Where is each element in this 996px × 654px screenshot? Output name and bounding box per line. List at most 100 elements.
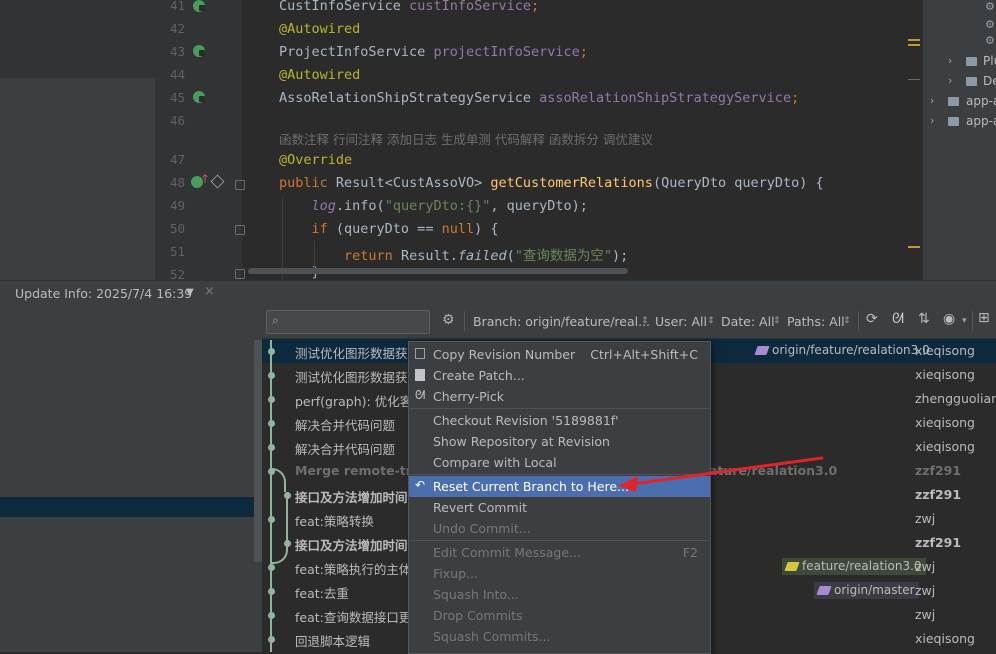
code-line-47: @Override [279, 152, 353, 168]
line-number: 43 [169, 44, 185, 59]
cherry-pick-icon[interactable]: ᘛ [892, 311, 904, 327]
chevron-down-icon: ⇕ [773, 316, 781, 326]
commit-node [268, 636, 275, 643]
warning-marker[interactable] [908, 44, 920, 46]
search-input[interactable]: ⌕ [266, 310, 430, 334]
gear-icon: ⚙ [985, 0, 995, 13]
fold-icon[interactable] [235, 180, 245, 190]
user-filter[interactable]: User: All [655, 314, 707, 329]
tree-item[interactable]: De [983, 74, 996, 88]
commit-node [268, 444, 275, 451]
code-line-43: ProjectInfoService projectInfoService; [279, 44, 588, 60]
commit-author: xieqisong [915, 367, 975, 382]
menu-item-checkout-revision[interactable]: Checkout Revision '5189881f' [409, 410, 710, 431]
commit-node [268, 420, 275, 427]
menu-item-cherry-pick[interactable]: ᘛ Cherry-Pick [409, 386, 710, 407]
ai-inlay-hints[interactable]: 函数注释 行间注释 添加日志 生成单测 代码解释 函数拆分 调优建议 [279, 129, 653, 148]
commit-author: zzf291 [915, 463, 962, 478]
commit-node [268, 396, 275, 403]
chevron-right-icon[interactable]: › [930, 94, 934, 107]
override-arrow-icon[interactable]: ↑ [200, 172, 210, 186]
selected-file-row[interactable] [0, 497, 262, 517]
fold-icon[interactable] [235, 269, 245, 279]
commit-node [268, 516, 275, 523]
chevron-down-icon[interactable]: ▾ [962, 316, 967, 326]
module-icon [948, 117, 959, 126]
paths-filter[interactable]: Paths: All [787, 314, 845, 329]
tree-item[interactable]: app-a [966, 94, 996, 108]
gear-icon[interactable]: ⚙ [442, 312, 455, 328]
commit-author: zwj [915, 583, 936, 598]
commit-author: zzf291 [915, 487, 962, 502]
close-icon[interactable]: × [204, 284, 215, 299]
chevron-right-icon[interactable]: › [948, 54, 952, 67]
refresh-icon[interactable]: ⟳ [866, 311, 878, 327]
dropdown-icon[interactable]: ▼ [186, 287, 194, 298]
line-number: 45 [169, 90, 185, 105]
tree-item[interactable]: Plu [983, 54, 996, 68]
line-number: 41 [169, 0, 185, 13]
chevron-right-icon[interactable]: › [948, 74, 952, 87]
line-number: 49 [169, 198, 185, 213]
spring-bean-icon[interactable] [193, 45, 205, 57]
commit-node [268, 372, 275, 379]
new-tab-icon[interactable]: ⊞ [978, 310, 990, 326]
commit-author: zwj [915, 607, 936, 622]
fold-icon[interactable] [235, 225, 245, 235]
eye-icon[interactable]: ◉ [943, 311, 955, 327]
commit-author: zhengguoliang [915, 391, 996, 406]
commit-message: feat:查询数据接口更新 [295, 610, 424, 625]
commit-node [268, 612, 275, 619]
tag-icon [816, 586, 832, 595]
spring-bean-icon[interactable] [193, 0, 205, 12]
gear-icon: ⚙ [985, 34, 995, 47]
branch-filter[interactable]: Branch: origin/feature/real... [473, 314, 650, 329]
commit-message: 测试优化图形数据获取 [295, 370, 421, 385]
menu-item-squash-into: Squash Into... [433, 587, 519, 602]
menu-item-fixup: Fixup... [433, 566, 478, 581]
date-filter[interactable]: Date: All [721, 314, 775, 329]
commit-message: 解决合并代码问题 [295, 418, 396, 433]
toolbar-separator [464, 311, 465, 331]
line-number: 42 [169, 21, 185, 36]
spring-bean-icon[interactable] [193, 91, 205, 103]
commit-author: zwj [915, 559, 936, 574]
code-line-51: return Result.failed("查询数据为空"); [344, 248, 629, 264]
menu-item-edit-commit-message: Edit Commit Message... F2 [433, 545, 698, 560]
toolbar-separator [858, 311, 859, 331]
vcs-tab-title[interactable]: Update Info: 2025/7/4 16:39 [15, 286, 192, 301]
commit-node [268, 348, 275, 355]
line-number: 44 [169, 67, 185, 82]
menu-item-drop-commits: Drop Commits [433, 608, 523, 623]
vertical-scrollbar[interactable] [254, 340, 262, 562]
commit-message: 接口及方法增加时间记 [295, 538, 421, 553]
commit-node [284, 492, 291, 499]
warning-marker[interactable] [908, 246, 920, 248]
commit-message: feat:去重 [295, 586, 349, 601]
copy-icon [415, 348, 425, 359]
chevron-right-icon[interactable]: › [930, 114, 934, 127]
vcs-tab-header: Update Info: 2025/7/4 16:39 ▼ × [0, 280, 996, 307]
code-line-45: AssoRelationShipStrategyService assoRela… [279, 90, 800, 106]
menu-item-revert-commit[interactable]: Revert Commit [409, 497, 710, 518]
menu-item-copy-revision[interactable]: Copy Revision Number Ctrl+Alt+Shift+C [409, 344, 710, 365]
tag-icon [784, 562, 800, 571]
line-number: 47 [169, 152, 185, 167]
menu-item-undo-commit: Undo Commit... [433, 521, 531, 536]
scroll-marker [908, 79, 920, 80]
commit-author: xieqisong [915, 415, 975, 430]
collapse-linear-branches-icon[interactable]: ⇅ [918, 311, 930, 327]
branch-tag: feature/realation3.0 [782, 558, 926, 575]
commit-author: xieqisong [915, 631, 975, 646]
toolbar-separator [972, 311, 973, 331]
chevron-down-icon: ⇕ [641, 316, 649, 326]
tree-item[interactable]: app-a [966, 114, 996, 128]
warning-marker[interactable] [908, 39, 920, 41]
patch-icon [415, 369, 425, 381]
commit-node [268, 468, 275, 475]
commit-author: zwj [915, 511, 936, 526]
horizontal-scrollbar[interactable] [248, 268, 628, 274]
menu-item-create-patch[interactable]: Create Patch... [409, 365, 710, 386]
code-line-49: log.info("queryDto:{}", queryDto); [311, 198, 588, 214]
folder-icon [966, 57, 977, 66]
